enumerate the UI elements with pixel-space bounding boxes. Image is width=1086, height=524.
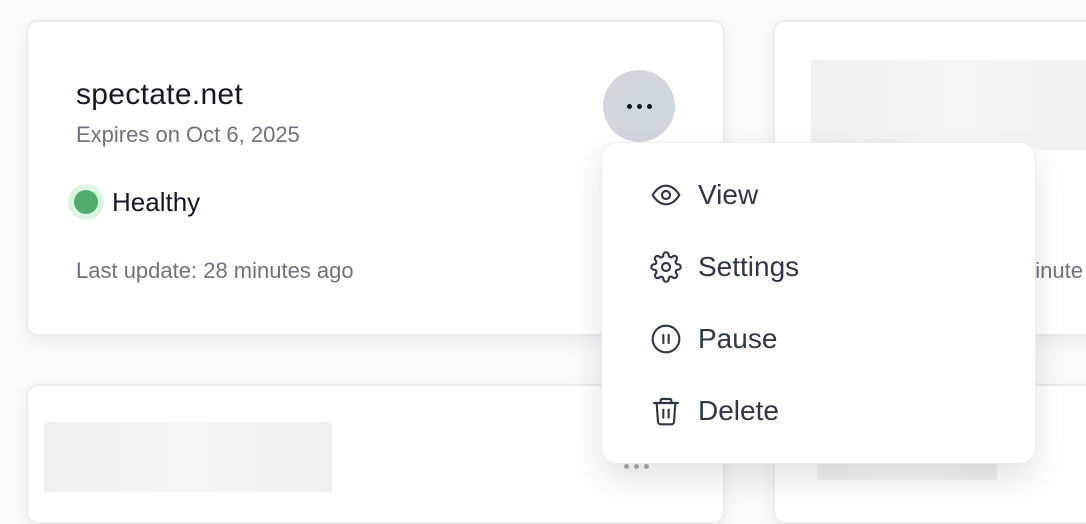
status-indicator: Healthy	[68, 184, 200, 220]
domain-title[interactable]: spectate.net	[76, 78, 243, 112]
skeleton-placeholder	[817, 462, 997, 480]
eye-icon	[651, 184, 681, 206]
menu-item-view[interactable]: View	[650, 171, 758, 219]
menu-item-label: Settings	[698, 251, 800, 282]
trash-icon	[652, 397, 680, 426]
menu-item-settings[interactable]: Settings	[650, 243, 799, 291]
menu-item-label: Pause	[698, 323, 778, 354]
status-dot-icon	[68, 184, 104, 220]
ellipsis-icon[interactable]	[624, 464, 649, 469]
pause-circle-icon	[651, 324, 681, 354]
menu-item-pause[interactable]: Pause	[650, 315, 777, 363]
gear-icon	[650, 251, 682, 283]
ellipsis-icon	[626, 103, 652, 109]
expiry-date: Expires on Oct 6, 2025	[76, 122, 300, 147]
more-options-button[interactable]	[603, 70, 675, 142]
menu-item-label: View	[698, 179, 759, 210]
skeleton-placeholder	[811, 60, 1086, 150]
last-update: Last update: 28 minutes ago	[76, 258, 354, 283]
status-label: Healthy	[112, 186, 201, 217]
menu-item-delete[interactable]: Delete	[650, 387, 779, 435]
menu-item-label: Delete	[698, 395, 779, 426]
skeleton-placeholder	[44, 422, 332, 492]
actions-dropdown-menu: View Settings Pause Delete	[601, 142, 1036, 464]
